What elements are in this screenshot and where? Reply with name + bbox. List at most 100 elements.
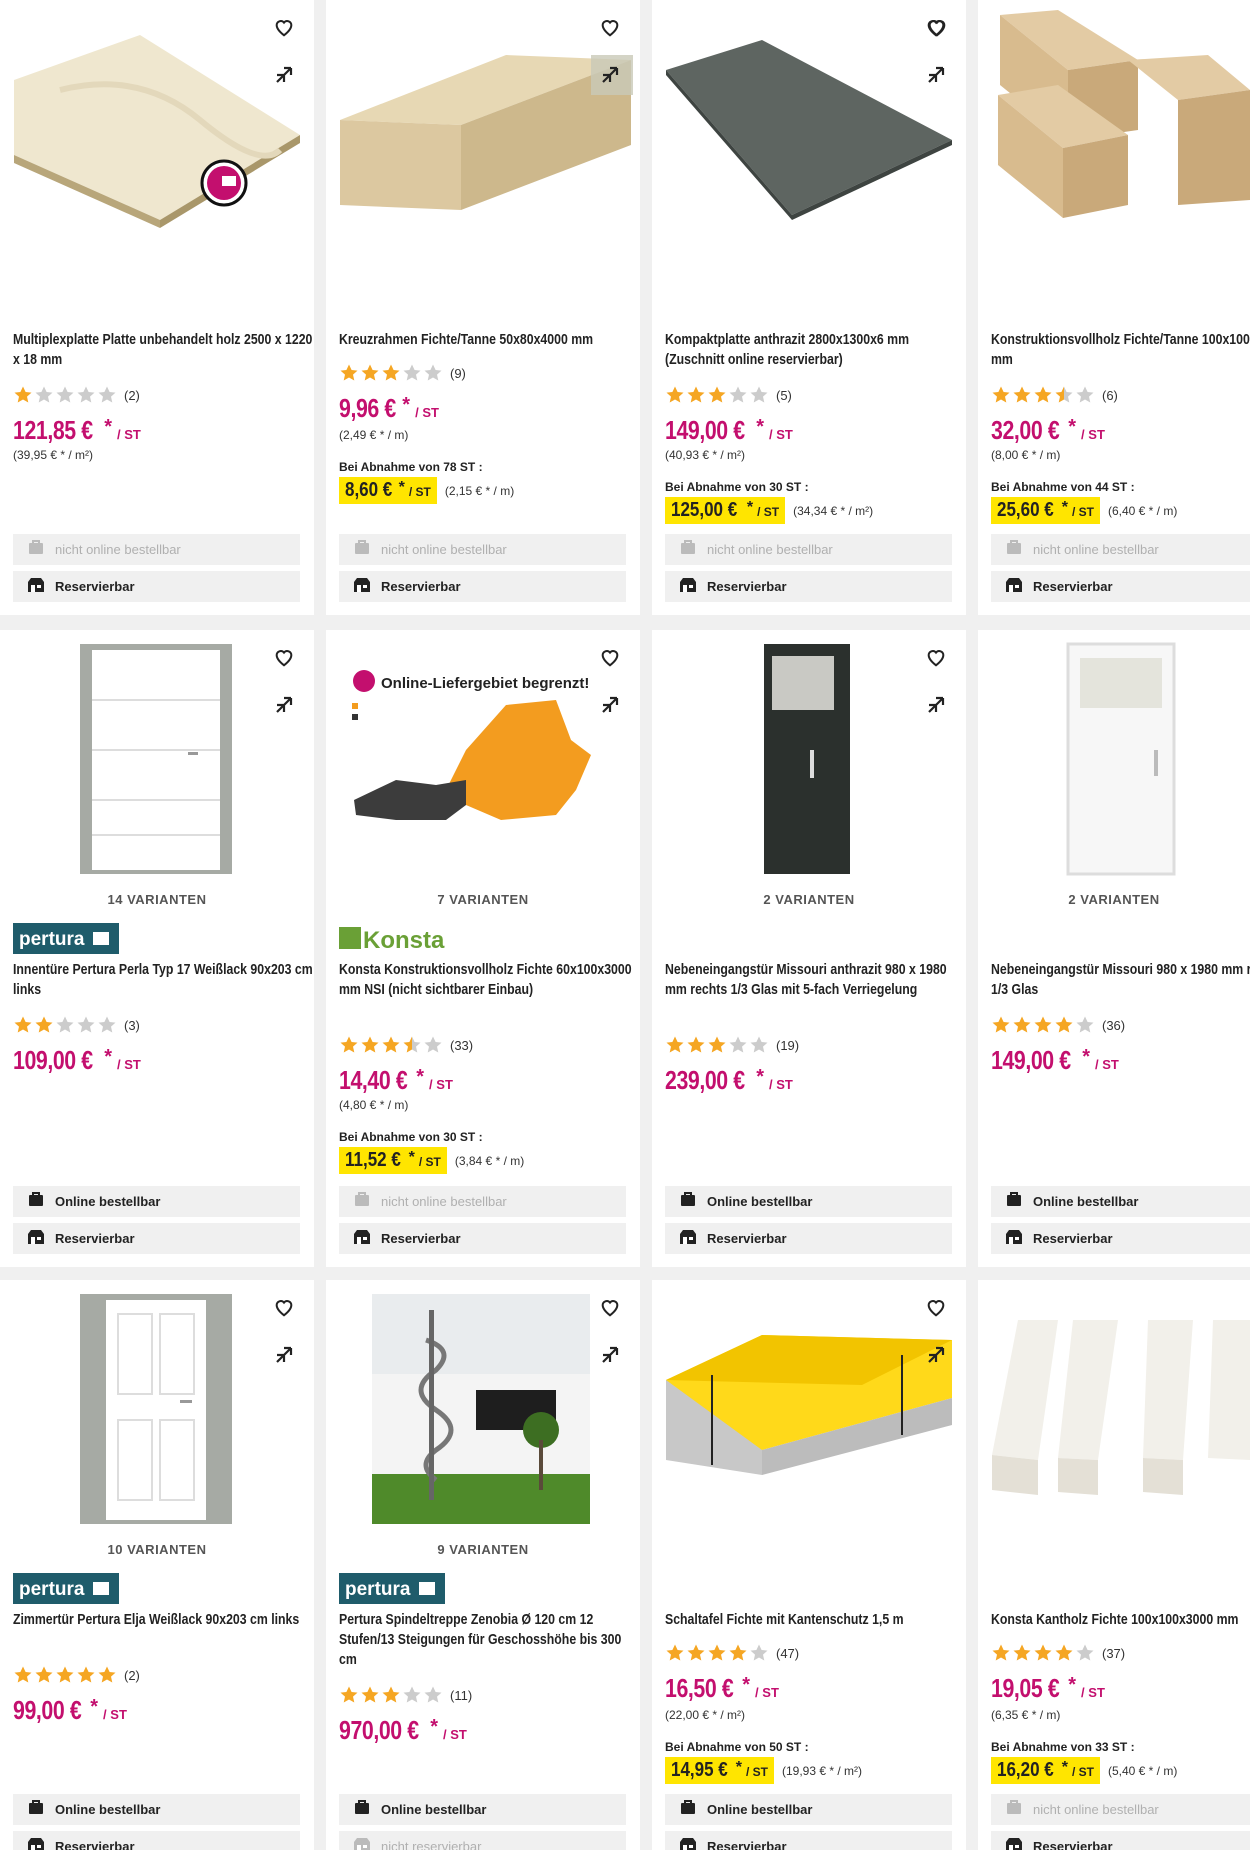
product-image[interactable]: Online-Liefergebiet begrenzt!	[326, 630, 640, 920]
price: 121,85 € * / ST	[13, 415, 141, 445]
product-card[interactable]: 10 VARIANTEN pertura Zimmertür Pertura E…	[0, 1280, 314, 1850]
product-title[interactable]: Konstruktionsvollholz Fichte/Tanne 100x1…	[991, 330, 1250, 370]
cart-icon	[27, 540, 55, 559]
brand-logo: pertura	[13, 1573, 119, 1604]
star-icon	[35, 1016, 53, 1033]
compare-icon[interactable]	[921, 1340, 951, 1370]
product-title[interactable]: Konsta Kantholz Fichte 100x100x3000 mm	[991, 1610, 1238, 1630]
star-icon	[666, 1036, 684, 1053]
product-card[interactable]: 2 VARIANTEN Nebeneingangstür Missouri an…	[652, 630, 966, 1267]
review-count: (33)	[450, 1037, 474, 1053]
product-image[interactable]	[326, 0, 640, 290]
store-icon	[353, 1837, 381, 1850]
product-title[interactable]: Zimmertür Pertura Elja Weißlack 90x203 c…	[13, 1610, 299, 1630]
product-card[interactable]: 9 VARIANTEN pertura Pertura Spindeltrepp…	[326, 1280, 640, 1850]
heart-icon[interactable]	[269, 12, 299, 42]
map-title: Online-Liefergebiet begrenzt!	[381, 675, 589, 692]
star-icon	[729, 1036, 747, 1053]
compare-icon[interactable]	[595, 1340, 625, 1370]
product-title[interactable]: Multiplexplatte Platte unbehandelt holz …	[13, 330, 312, 370]
reserve-status: Reservierbar	[991, 1223, 1250, 1254]
star-rating	[991, 1643, 1096, 1663]
star-icon	[1076, 386, 1094, 403]
star-icon	[403, 1686, 421, 1703]
store-icon	[679, 1837, 707, 1850]
star-icon	[729, 386, 747, 403]
star-icon	[750, 1644, 768, 1661]
price: 109,00 € * / ST	[13, 1045, 141, 1075]
product-card[interactable]: 2 VARIANTEN Nebeneingangstür Missouri 98…	[978, 630, 1250, 1267]
product-image[interactable]	[978, 0, 1250, 290]
compare-icon[interactable]	[595, 60, 625, 90]
product-image[interactable]	[652, 630, 966, 920]
product-image[interactable]	[0, 1280, 314, 1570]
compare-icon[interactable]	[921, 690, 951, 720]
heart-icon[interactable]	[595, 12, 625, 42]
compare-icon[interactable]	[269, 690, 299, 720]
product-image[interactable]	[652, 0, 966, 290]
product-image[interactable]	[0, 630, 314, 920]
product-title[interactable]: Nebeneingangstür Missouri anthrazit 980 …	[665, 960, 947, 1000]
heart-icon[interactable]	[269, 642, 299, 672]
compare-icon[interactable]	[921, 60, 951, 90]
compare-icon[interactable]	[269, 60, 299, 90]
product-card[interactable]: 14 VARIANTEN pertura Innentüre Pertura P…	[0, 630, 314, 1267]
star-icon	[35, 1666, 53, 1683]
compare-icon[interactable]	[269, 1340, 299, 1370]
rating: (33)	[339, 1035, 473, 1055]
price: 149,00 € * / ST	[665, 415, 793, 445]
heart-icon[interactable]	[922, 12, 952, 42]
product-image[interactable]	[978, 1280, 1250, 1570]
star-rating	[991, 1015, 1096, 1035]
cart-icon	[27, 1800, 55, 1819]
rating: (36)	[991, 1015, 1125, 1035]
bulk-price: 16,20 € * / ST (5,40 € * / m)	[991, 1757, 1177, 1784]
heart-icon[interactable]	[595, 642, 625, 672]
product-card[interactable]: Kreuzrahmen Fichte/Tanne 50x80x4000 mm (…	[326, 0, 640, 615]
product-title[interactable]: Kompaktplatte anthrazit 2800x1300x6 mm (…	[665, 330, 911, 370]
product-card[interactable]: Konstruktionsvollholz Fichte/Tanne 100x1…	[978, 0, 1250, 615]
compare-icon[interactable]	[595, 690, 625, 720]
product-title[interactable]: Schaltafel Fichte mit Kantenschutz 1,5 m	[665, 1610, 911, 1630]
product-image[interactable]	[326, 1280, 640, 1570]
star-icon	[424, 364, 442, 381]
reserve-status: Reservierbar	[13, 1831, 300, 1850]
variants-count: 2 VARIANTEN	[1068, 892, 1160, 907]
star-rating	[13, 1665, 118, 1685]
heart-icon[interactable]	[921, 1292, 951, 1322]
unit-price: (2,49 € * / m)	[339, 428, 409, 442]
product-card[interactable]: Konsta Kantholz Fichte 100x100x3000 mm (…	[978, 1280, 1250, 1850]
heart-icon[interactable]	[921, 642, 951, 672]
heart-icon[interactable]	[595, 1292, 625, 1322]
star-icon	[77, 1016, 95, 1033]
product-title[interactable]: Nebeneingangstür Missouri 980 x 1980 mm …	[991, 960, 1250, 1000]
rating: (5)	[665, 385, 792, 405]
bulk-label: Bei Abnahme von 50 ST :	[665, 1740, 809, 1754]
star-icon	[14, 1016, 32, 1033]
reserve-status: Reservierbar	[13, 1223, 300, 1254]
svg-text:pertura: pertura	[19, 1579, 85, 1600]
product-card[interactable]: Online-Liefergebiet begrenzt! 7 VARIANTE…	[326, 630, 640, 1267]
star-icon	[382, 1686, 400, 1703]
star-icon	[14, 1666, 32, 1683]
review-count: (47)	[776, 1645, 800, 1661]
product-card[interactable]: Kompaktplatte anthrazit 2800x1300x6 mm (…	[652, 0, 966, 615]
star-icon	[1055, 1644, 1073, 1661]
online-status: nicht online bestellbar	[991, 534, 1250, 565]
product-title[interactable]: Kreuzrahmen Fichte/Tanne 50x80x4000 mm	[339, 330, 593, 350]
variants-count: 7 VARIANTEN	[437, 892, 529, 907]
product-title[interactable]: Innentüre Pertura Perla Typ 17 Weißlack …	[13, 960, 313, 1000]
unit-price: (6,35 € * / m)	[991, 1708, 1061, 1722]
product-title[interactable]: Pertura Spindeltreppe Zenobia Ø 120 cm 1…	[339, 1610, 621, 1670]
cart-icon	[679, 1192, 707, 1211]
product-image[interactable]	[652, 1280, 966, 1570]
product-image[interactable]	[0, 0, 314, 290]
product-image[interactable]	[978, 630, 1250, 920]
heart-icon[interactable]	[269, 1292, 299, 1322]
product-card[interactable]: Multiplexplatte Platte unbehandelt holz …	[0, 0, 314, 615]
product-card[interactable]: Schaltafel Fichte mit Kantenschutz 1,5 m…	[652, 1280, 966, 1850]
online-status: Online bestellbar	[665, 1186, 952, 1217]
online-status: Online bestellbar	[339, 1794, 626, 1825]
cart-icon	[679, 1800, 707, 1819]
product-title[interactable]: Konsta Konstruktionsvollholz Fichte 60x1…	[339, 960, 632, 1000]
